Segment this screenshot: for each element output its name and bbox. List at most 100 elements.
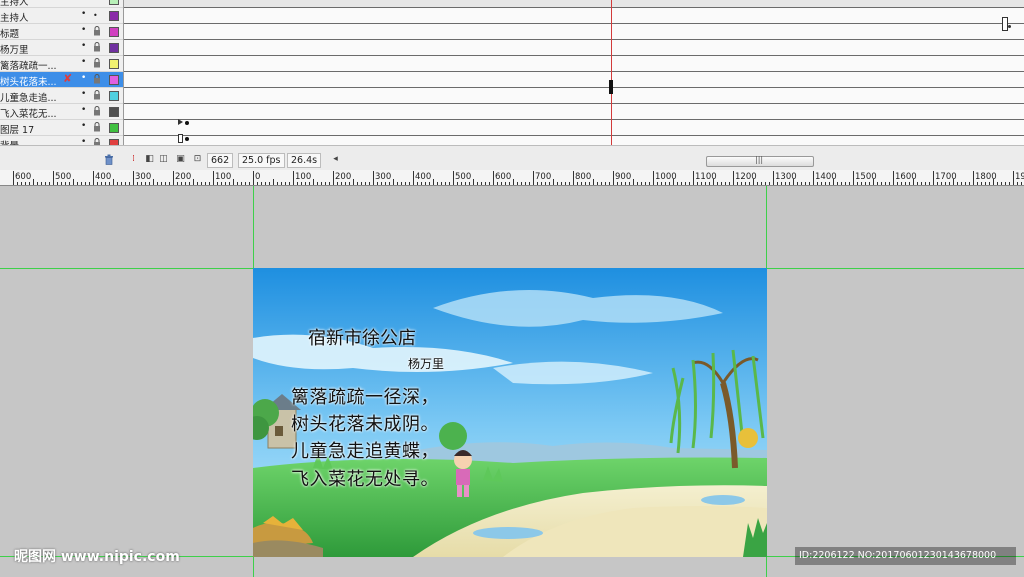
frame-row[interactable] bbox=[124, 0, 1024, 8]
ruler-minor-tick bbox=[861, 182, 862, 185]
layer-row[interactable]: 主持人 • • bbox=[0, 0, 123, 8]
lock-icon[interactable] bbox=[93, 122, 101, 132]
unlock-dot-icon[interactable]: • bbox=[93, 10, 101, 20]
visibility-dot-icon[interactable]: • bbox=[81, 73, 86, 83]
ruler-minor-tick bbox=[25, 182, 26, 185]
frame-row[interactable] bbox=[124, 56, 1024, 72]
ruler-minor-tick bbox=[129, 182, 130, 185]
visibility-dot-icon[interactable]: • bbox=[81, 105, 86, 115]
ruler-minor-tick bbox=[909, 182, 910, 185]
ruler-minor-tick bbox=[581, 182, 582, 185]
onion-outline-icon[interactable]: ◫ bbox=[158, 154, 169, 165]
end-frame-marker[interactable] bbox=[1002, 17, 1008, 31]
frame-row[interactable] bbox=[124, 24, 1024, 40]
frame-grid[interactable] bbox=[124, 0, 1024, 145]
ruler-minor-tick bbox=[685, 182, 686, 185]
keyframe-marker[interactable] bbox=[609, 80, 613, 94]
stage-canvas[interactable]: 宿新市徐公店 杨万里 篱落疏疏一径深， 树头花落未成阴。 儿童急走追黄蝶， 飞入… bbox=[253, 268, 767, 557]
ruler-major-tick bbox=[533, 171, 534, 185]
timeline-scrollbar[interactable]: ||| bbox=[706, 155, 814, 167]
layer-row[interactable]: 主持人 • • bbox=[0, 8, 123, 24]
layer-color-swatch[interactable] bbox=[109, 123, 119, 133]
edit-multiple-frames-icon[interactable]: ▣ bbox=[175, 154, 186, 165]
frame-row[interactable] bbox=[124, 72, 1024, 88]
ruler-tick-label: 300 bbox=[375, 172, 392, 182]
layer-color-swatch[interactable] bbox=[109, 27, 119, 37]
visibility-dot-icon[interactable]: • bbox=[81, 121, 86, 131]
onion-skin-icon[interactable]: ◧ bbox=[144, 154, 155, 165]
layer-color-swatch[interactable] bbox=[109, 11, 119, 21]
layer-color-swatch[interactable] bbox=[109, 107, 119, 117]
ruler-minor-tick bbox=[97, 182, 98, 185]
ruler-minor-tick bbox=[897, 182, 898, 185]
visibility-dot-icon[interactable]: • bbox=[81, 0, 86, 3]
lock-icon[interactable] bbox=[93, 106, 101, 116]
frame-row[interactable] bbox=[124, 8, 1024, 24]
visibility-dot-icon[interactable]: • bbox=[81, 57, 86, 67]
lock-icon[interactable] bbox=[93, 26, 101, 36]
ruler-minor-tick bbox=[565, 182, 566, 185]
lock-icon[interactable] bbox=[93, 58, 101, 68]
keyframe-dot[interactable] bbox=[185, 121, 189, 125]
unlock-dot-icon[interactable]: • bbox=[93, 0, 101, 4]
ruler-major-tick bbox=[693, 171, 694, 185]
layer-row[interactable]: 图层 17 • bbox=[0, 120, 123, 136]
scroll-left-icon[interactable]: ◂ bbox=[330, 154, 341, 165]
ruler-minor-tick bbox=[857, 182, 858, 185]
visibility-dot-icon[interactable]: • bbox=[81, 137, 86, 145]
layer-row[interactable]: 树头花落未... ✘ • bbox=[0, 72, 123, 88]
lock-icon[interactable] bbox=[93, 42, 101, 52]
visibility-dot-icon[interactable]: • bbox=[81, 25, 86, 35]
ruler-minor-tick bbox=[645, 182, 646, 185]
playhead[interactable] bbox=[611, 0, 612, 153]
ruler-minor-tick bbox=[505, 182, 506, 185]
ruler-minor-tick bbox=[797, 182, 798, 185]
ruler-minor-tick bbox=[993, 179, 994, 185]
layer-row[interactable]: 背景 • bbox=[0, 136, 123, 145]
layer-color-swatch[interactable] bbox=[109, 0, 119, 5]
ruler-minor-tick bbox=[953, 179, 954, 185]
layer-color-swatch[interactable] bbox=[109, 43, 119, 53]
ruler-minor-tick bbox=[301, 182, 302, 185]
lock-icon[interactable] bbox=[93, 138, 101, 145]
layer-color-swatch[interactable] bbox=[109, 59, 119, 69]
ruler-minor-tick bbox=[529, 182, 530, 185]
ruler-minor-tick bbox=[177, 182, 178, 185]
frame-row[interactable] bbox=[124, 120, 1024, 136]
trash-icon[interactable] bbox=[104, 154, 114, 165]
layer-row[interactable]: 儿童急走追... • bbox=[0, 88, 123, 104]
ruler-minor-tick bbox=[77, 182, 78, 185]
watermark-id: ID:2206122 NO:20170601230143678000 bbox=[795, 547, 1016, 565]
ruler-minor-tick bbox=[29, 182, 30, 185]
ruler-minor-tick bbox=[761, 182, 762, 185]
layer-row[interactable]: 飞入菜花无... • bbox=[0, 104, 123, 120]
layer-color-swatch[interactable] bbox=[109, 75, 119, 85]
frame-rate[interactable]: 25.0 fps bbox=[238, 153, 285, 168]
ruler-minor-tick bbox=[125, 182, 126, 185]
lock-icon[interactable] bbox=[93, 90, 101, 100]
keyframe-dot[interactable] bbox=[185, 137, 189, 141]
layer-row[interactable]: 篱落疏疏一... • bbox=[0, 56, 123, 72]
ruler-minor-tick bbox=[241, 182, 242, 185]
center-frame-icon[interactable]: ⁞ bbox=[128, 154, 139, 165]
keyframe-box[interactable] bbox=[178, 134, 183, 143]
ruler-minor-tick bbox=[69, 182, 70, 185]
visibility-dot-icon[interactable]: • bbox=[81, 89, 86, 99]
frame-row[interactable] bbox=[124, 136, 1024, 145]
frame-row[interactable] bbox=[124, 104, 1024, 120]
ruler-minor-tick bbox=[681, 182, 682, 185]
ruler-minor-tick bbox=[141, 182, 142, 185]
ruler-minor-tick bbox=[317, 182, 318, 185]
visibility-dot-icon[interactable]: • bbox=[81, 41, 86, 51]
layer-row[interactable]: 杨万里 • bbox=[0, 40, 123, 56]
modify-markers-icon[interactable]: ⊡ bbox=[192, 154, 203, 165]
visibility-dot-icon[interactable]: • bbox=[81, 9, 86, 19]
lock-icon[interactable] bbox=[93, 74, 101, 84]
ruler-minor-tick bbox=[765, 182, 766, 185]
layer-row[interactable]: 标题 • bbox=[0, 24, 123, 40]
frame-row[interactable] bbox=[124, 40, 1024, 56]
ruler-minor-tick bbox=[817, 182, 818, 185]
frame-row[interactable] bbox=[124, 88, 1024, 104]
layer-color-swatch[interactable] bbox=[109, 91, 119, 101]
ruler-minor-tick bbox=[477, 182, 478, 185]
